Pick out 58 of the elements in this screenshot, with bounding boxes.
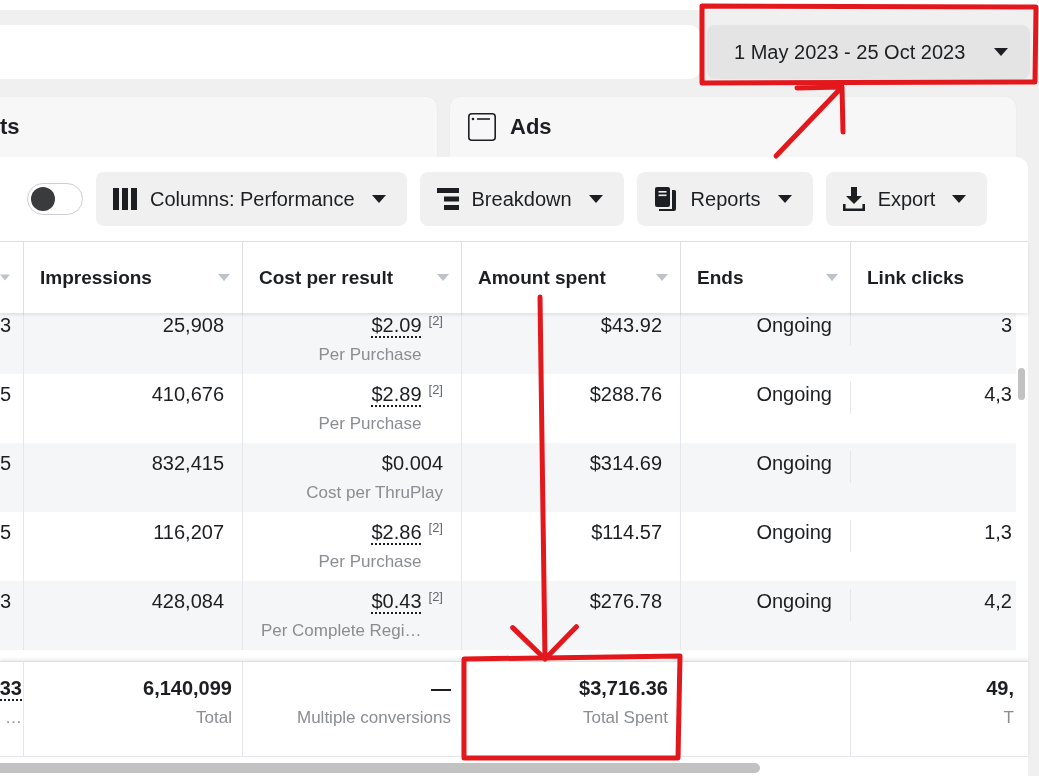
footnote-mark: [2] — [428, 382, 443, 398]
caret-icon — [777, 195, 792, 203]
download-icon — [842, 187, 865, 211]
total-value: — — [431, 676, 451, 700]
table-cell: Ongoing — [681, 374, 851, 443]
table-cell: $276.78 — [462, 581, 681, 650]
cost-value: $0.43 — [371, 589, 422, 613]
total-value: 6,140,099 — [143, 676, 232, 700]
caret-icon — [371, 195, 386, 203]
search-field[interactable] — [0, 25, 700, 79]
stacked-bars-icon — [436, 188, 459, 210]
total-label: T — [1003, 708, 1014, 728]
table-cell-text: 1,3 — [983, 520, 1013, 545]
footnote-mark: [2] — [428, 520, 443, 536]
caret-icon — [588, 195, 603, 203]
scrollbar-thumb[interactable] — [0, 763, 760, 773]
export-button[interactable]: Export — [825, 172, 988, 226]
result-type-label: Per Purchase — [318, 552, 422, 572]
toggle-switch[interactable] — [27, 183, 83, 215]
cost-value: $2.09 — [371, 313, 422, 337]
columns-icon — [113, 188, 137, 210]
window-icon — [468, 113, 496, 141]
total-label: … — [5, 708, 22, 728]
columns-button[interactable]: Columns: Performance — [96, 172, 407, 226]
result-type-label: Per Purchase — [318, 414, 422, 434]
caret-icon — [994, 48, 1008, 56]
total-value: 33 — [0, 676, 22, 700]
tab[interactable]: Ads — [450, 97, 1016, 157]
table-cell: Ongoing — [681, 512, 851, 581]
result-type-label: Per Purchase — [318, 345, 422, 365]
table-cell-text: 4,3 — [983, 382, 1013, 407]
footnote-mark: [2] — [428, 313, 443, 329]
total-value: 49, — [986, 676, 1014, 700]
total-label: Multiple conversions — [297, 708, 451, 728]
table-cell: Ongoing — [681, 313, 851, 374]
column-header[interactable]: Link clicks — [851, 242, 1028, 313]
reports-button[interactable]: Reports — [636, 172, 813, 226]
table-cell: Ongoing — [681, 443, 851, 512]
cost-value: $2.89 — [371, 382, 422, 406]
caret-icon — [952, 195, 967, 203]
total-label: Total Spent — [582, 708, 668, 728]
total-value: $3,716.36 — [579, 676, 668, 700]
cost-value: $2.86 — [371, 520, 422, 544]
table-cell: Ongoing — [681, 581, 851, 650]
result-type-label: Cost per ThruPlay — [306, 483, 443, 503]
documents-icon — [653, 187, 678, 211]
scrollbar-thumb[interactable] — [1018, 368, 1025, 400]
cost-value: $0.004 — [381, 451, 443, 475]
table-cell: 428,084 — [24, 581, 243, 650]
breakdown-button[interactable]: Breakdown — [419, 172, 624, 226]
table-cell-text: 3 — [999, 313, 1013, 338]
table-cell: 3 — [0, 581, 24, 650]
result-type-label: Per Complete Regi… — [260, 621, 422, 641]
footnote-mark: [2] — [428, 589, 443, 605]
tab[interactable]: ts — [0, 97, 437, 157]
table-cell-text: 4,2 — [983, 589, 1013, 614]
total-label: Total — [196, 708, 232, 728]
date-range-button[interactable]: 1 May 2023 - 25 Oct 2023 — [707, 25, 1030, 79]
